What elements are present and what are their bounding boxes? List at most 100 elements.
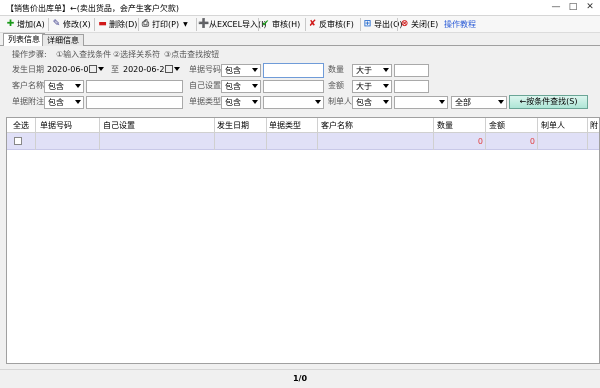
doctype-operator-select[interactable]: 包含 [221,96,261,109]
customer-operator-select[interactable]: 包含 [44,80,84,93]
delete-button-label: 删除(D) [109,20,138,29]
doc-no-input[interactable] [263,63,324,78]
col-qty[interactable]: 数量 [437,118,467,133]
toolbar-separator [94,18,95,31]
qty-operator-select[interactable]: 大于 [352,64,392,77]
tab-list-info[interactable]: 列表信息 [3,33,45,46]
custom-input[interactable] [263,80,324,93]
date-from-value: 2020-06-01 [47,65,94,74]
doc-no-operator-select[interactable]: 包含 [221,64,261,77]
cross-icon: ✘ [308,19,317,29]
window-titlebar: 【销售价出库单】←(卖出货品，会产生客户欠款) — □ ✕ [0,0,600,16]
doc-no-operator-value: 包含 [225,66,241,75]
chevron-down-icon [383,84,389,88]
toolbar-separator [48,18,49,31]
row-checkbox[interactable] [14,137,22,145]
customer-operator-value: 包含 [48,82,64,91]
doctype-select[interactable] [263,96,324,109]
chevron-down-icon [252,68,258,72]
check-icon: ✔ [261,19,270,29]
window-title: 【销售价出库单】←(卖出货品，会产生客户欠款) [6,4,179,13]
maker-operator-select[interactable]: 包含 [352,96,392,109]
minimize-button[interactable]: — [549,1,563,14]
search-button[interactable]: ←按条件查找(S) [509,95,588,109]
col-attach[interactable]: 附 [590,118,599,133]
close-icon: ⊗ [400,19,409,29]
tutorial-link[interactable]: 操作教程 [444,17,476,32]
plus-icon: ✚ [6,19,15,29]
date-to-value: 2020-06-21 [123,65,170,74]
col-maker[interactable]: 制单人 [541,118,581,133]
chevron-down-icon [498,100,504,104]
scope-select[interactable]: 全部 [451,96,507,109]
maker-label: 制单人 [328,97,352,106]
steps-label: 操作步骤: [12,50,47,59]
remark-operator-select[interactable]: 包含 [44,96,84,109]
chevron-down-icon [383,100,389,104]
col-doctype[interactable]: 单据类型 [269,118,315,133]
select-all-header[interactable]: 全选 [13,118,37,133]
unapprove-button-label: 反审核(F) [319,20,354,29]
unapprove-button[interactable]: ✘ 反审核(F) [308,17,354,32]
remark-label: 单据附注 [12,97,44,106]
import-excel-button[interactable]: ➕ 从EXCEL导入(I) [198,17,267,32]
page-indicator: 1/0 [292,374,308,383]
approve-button[interactable]: ✔ 审核(H) [261,17,301,32]
col-date[interactable]: 发生日期 [217,118,263,133]
date-label: 发生日期 [12,65,44,74]
delete-button[interactable]: ▬ 删除(D) [98,17,137,32]
print-button[interactable]: ⎙ 打印(P) ▼ [141,17,188,32]
edit-button[interactable]: ✎ 修改(X) [52,17,91,32]
col-custom[interactable]: 自己设置 [103,118,213,133]
qty-input[interactable] [394,64,429,77]
minus-icon: ▬ [98,19,107,29]
step-1: ①输入查找条件 [56,50,112,59]
custom-operator-select[interactable]: 包含 [221,80,261,93]
row-qty: 0 [477,137,483,146]
remark-input[interactable] [86,96,183,109]
toolbar-separator [305,18,306,31]
date-to-picker[interactable]: 2020-06-21 [120,64,182,77]
amount-input[interactable] [394,80,429,93]
add-button[interactable]: ✚ 增加(A) [6,17,45,32]
close-window-button[interactable]: ✕ [583,1,597,14]
table-row[interactable]: 0 0 [7,133,599,150]
scope-value: 全部 [455,98,471,107]
chevron-down-icon [252,84,258,88]
doctype-operator-value: 包含 [225,98,241,107]
customer-input[interactable] [86,80,183,93]
col-amount[interactable]: 金额 [489,118,519,133]
to-label: 至 [111,65,119,74]
chevron-down-icon [383,68,389,72]
tab-strip: 列表信息 详细信息 [0,33,600,46]
chevron-down-icon [439,100,445,104]
col-customer[interactable]: 客户名称 [321,118,421,133]
toolbar-separator [196,18,197,31]
toolbar-separator [360,18,361,31]
chevron-down-icon [315,100,321,104]
remark-operator-value: 包含 [48,98,64,107]
filter-panel: 操作步骤: ①输入查找条件 ②选择关系符 ③点击查找按钮 发生日期 2020-0… [0,46,600,114]
row-amount: 0 [529,137,535,146]
chevron-down-icon[interactable]: ▼ [183,21,188,28]
calendar-icon [165,65,173,73]
date-from-picker[interactable]: 2020-06-01 [44,64,106,77]
amount-operator-select[interactable]: 大于 [352,80,392,93]
custom-label: 自己设置 [189,81,221,90]
chevron-down-icon [174,67,180,71]
edit-icon: ✎ [52,19,61,29]
tab-detail-info[interactable]: 详细信息 [42,34,84,46]
excel-import-icon: ➕ [198,19,210,29]
printer-icon: ⎙ [141,19,150,29]
close-button-label: 关闭(E) [411,20,439,29]
export-icon: ⊞ [363,19,372,29]
chevron-down-icon [75,84,81,88]
column-divider [317,118,318,150]
maker-select[interactable] [394,96,448,109]
calendar-icon [89,65,97,73]
customer-label: 客户名称 [12,81,44,90]
maximize-button[interactable]: □ [566,1,580,14]
close-button[interactable]: ⊗ 关闭(E) [400,17,439,32]
edit-button-label: 修改(X) [63,20,91,29]
col-doc-no[interactable]: 单据号码 [40,118,100,133]
